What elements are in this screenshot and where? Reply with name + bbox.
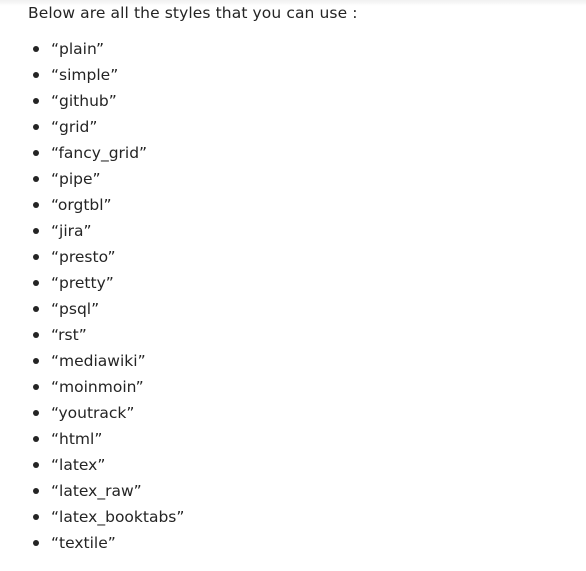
bullet-icon xyxy=(33,384,39,390)
list-item: “moinmoin” xyxy=(0,375,184,401)
list-item: “latex_raw” xyxy=(0,479,184,505)
list-item: “youtrack” xyxy=(0,401,184,427)
bullet-icon xyxy=(33,358,39,364)
style-name: “github” xyxy=(51,92,117,110)
style-name: “fancy_grid” xyxy=(51,144,148,162)
style-name: “psql” xyxy=(51,300,100,318)
style-name: “jira” xyxy=(51,222,92,240)
style-name: “moinmoin” xyxy=(51,378,144,396)
list-item: “html” xyxy=(0,427,184,453)
bullet-icon xyxy=(33,72,39,78)
list-item: “plain” xyxy=(0,37,184,63)
bullet-icon xyxy=(33,436,39,442)
list-item: “rst” xyxy=(0,323,184,349)
bullet-icon xyxy=(33,150,39,156)
style-name: “pretty” xyxy=(51,274,114,292)
intro-text: Below are all the styles that you can us… xyxy=(28,4,358,22)
list-item: “simple” xyxy=(0,63,184,89)
style-name: “simple” xyxy=(51,66,119,84)
list-item: “pretty” xyxy=(0,271,184,297)
bullet-icon xyxy=(33,254,39,260)
style-name: “plain” xyxy=(51,40,104,58)
list-item: “grid” xyxy=(0,115,184,141)
style-name: “html” xyxy=(51,430,103,448)
style-name: “latex_booktabs” xyxy=(51,508,185,526)
style-name: “latex_raw” xyxy=(51,482,142,500)
list-item: “psql” xyxy=(0,297,184,323)
style-name: “presto” xyxy=(51,248,116,266)
bullet-icon xyxy=(33,228,39,234)
style-name: “rst” xyxy=(51,326,87,344)
list-item: “jira” xyxy=(0,219,184,245)
style-name: “latex” xyxy=(51,456,106,474)
bullet-icon xyxy=(33,514,39,520)
style-name: “orgtbl” xyxy=(51,196,112,214)
styles-list: “plain” “simple” “github” “grid” “fancy_grid… xyxy=(0,37,184,557)
bullet-icon xyxy=(33,46,39,52)
list-item: “github” xyxy=(0,89,184,115)
list-item: “textile” xyxy=(0,531,184,557)
bullet-icon xyxy=(33,202,39,208)
bullet-icon xyxy=(33,488,39,494)
style-name: “pipe” xyxy=(51,170,101,188)
list-item: “latex” xyxy=(0,453,184,479)
list-item: “orgtbl” xyxy=(0,193,184,219)
list-item: “presto” xyxy=(0,245,184,271)
bullet-icon xyxy=(33,176,39,182)
bullet-icon xyxy=(33,124,39,130)
style-name: “grid” xyxy=(51,118,98,136)
list-item: “pipe” xyxy=(0,167,184,193)
bullet-icon xyxy=(33,462,39,468)
bullet-icon xyxy=(33,306,39,312)
style-name: “youtrack” xyxy=(51,404,135,422)
bullet-icon xyxy=(33,410,39,416)
bullet-icon xyxy=(33,280,39,286)
bullet-icon xyxy=(33,332,39,338)
list-item: “mediawiki” xyxy=(0,349,184,375)
list-item: “fancy_grid” xyxy=(0,141,184,167)
style-name: “textile” xyxy=(51,534,116,552)
bullet-icon xyxy=(33,98,39,104)
style-name: “mediawiki” xyxy=(51,352,146,370)
bullet-icon xyxy=(33,540,39,546)
list-item: “latex_booktabs” xyxy=(0,505,184,531)
